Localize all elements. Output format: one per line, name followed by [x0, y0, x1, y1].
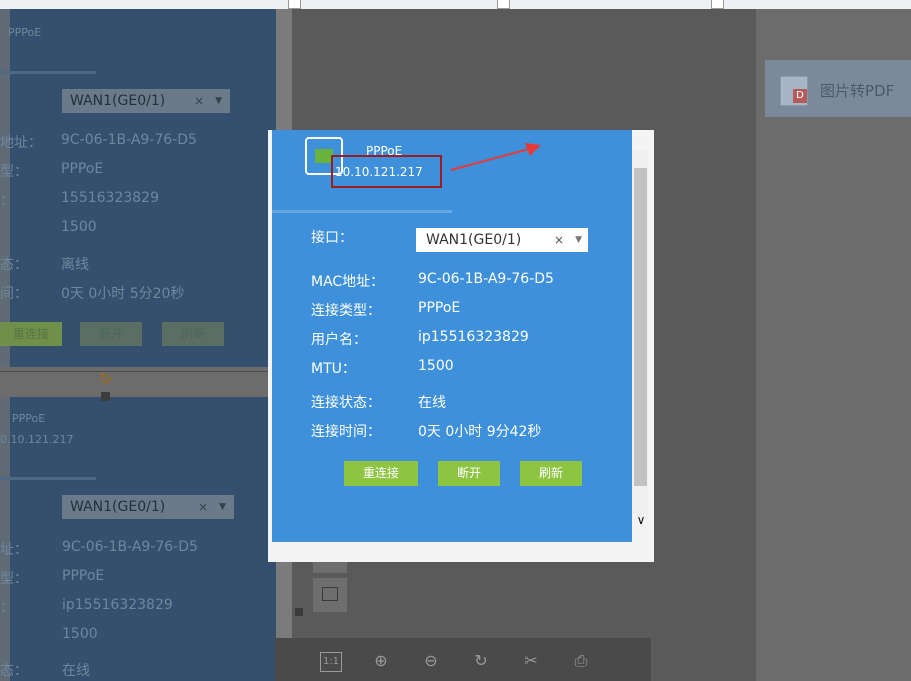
reconnect-button[interactable]: 重连接 [0, 322, 62, 346]
chevron-down-icon[interactable]: ▼ [575, 228, 582, 252]
save-icon[interactable]: ⎙ [570, 650, 592, 672]
connection-line [0, 371, 276, 372]
reconnect-button[interactable]: 重连接 [344, 461, 418, 486]
mtu-value: 1500 [61, 219, 97, 235]
type-label: 型： [0, 571, 28, 587]
connector-node [101, 392, 110, 401]
time-value: 0天 0小时 5分20秒 [61, 286, 185, 302]
type-value: PPPoE [62, 568, 105, 584]
pdf-badge-icon: D [793, 89, 807, 103]
status-label: 态： [0, 663, 28, 679]
interface-value: WAN1(GE0/1) [70, 93, 166, 109]
checkbox[interactable] [497, 0, 510, 9]
pppoe-label: PPPoE [8, 26, 42, 39]
checkbox[interactable] [288, 0, 301, 9]
screenshot-tool[interactable] [313, 578, 347, 612]
refresh-button[interactable]: 刷新 [520, 461, 582, 486]
chevron-down-icon[interactable]: ∨ [633, 512, 649, 528]
highlight-box [331, 155, 442, 188]
resize-handle[interactable] [295, 608, 303, 616]
chevron-down-icon[interactable]: ▼ [219, 495, 226, 519]
connection-type-label: 连接类型： [311, 303, 381, 319]
image-to-pdf-label: 图片转PDF [820, 82, 895, 100]
rotate-icon[interactable]: ↻ [470, 650, 492, 672]
refresh-button[interactable]: 刷新 [162, 322, 224, 346]
divider [0, 71, 96, 74]
screen-icon [322, 587, 338, 601]
mac-value: 9C-06-1B-A9-76-D5 [62, 539, 198, 555]
interface-select[interactable]: WAN1(GE0/1) × ▼ [62, 495, 234, 519]
annotation-arrow [450, 143, 541, 171]
interface-value: WAN1(GE0/1) [426, 232, 522, 248]
time-label: 间： [0, 286, 28, 302]
mac-label: 址： [0, 542, 28, 558]
type-label: 型： [0, 164, 28, 180]
crop-icon[interactable]: ✂ [520, 650, 542, 672]
mtu-value: 1500 [418, 358, 454, 374]
user-label: ： [0, 193, 14, 209]
status-value: 在线 [418, 395, 446, 411]
interface-select[interactable]: WAN1(GE0/1) × ▼ [416, 228, 588, 252]
interface-label: 接口： [311, 230, 353, 246]
type-value: PPPoE [61, 161, 104, 177]
status-label: 态： [0, 257, 28, 273]
disconnect-button[interactable]: 断开 [80, 322, 142, 346]
mac-label: 地址： [0, 135, 42, 151]
status-value: 离线 [61, 257, 89, 273]
zoom-in-icon[interactable]: ⊕ [370, 650, 392, 672]
checkbox[interactable] [711, 0, 724, 9]
user-value: ip15516323829 [62, 597, 173, 613]
clear-icon[interactable]: × [554, 228, 564, 252]
connection-time-label: 连接时间： [311, 424, 381, 440]
divider [0, 477, 96, 480]
clear-icon[interactable]: × [194, 89, 204, 113]
user-value: 15516323829 [61, 190, 159, 206]
zoom-out-icon[interactable]: ⊖ [420, 650, 442, 672]
username-label: 用户名： [311, 332, 367, 348]
pppoe-label: PPPoE [12, 412, 46, 425]
status-value: 在线 [62, 663, 90, 679]
user-label: ： [0, 600, 14, 616]
mac-label: MAC地址： [311, 274, 385, 290]
divider [272, 210, 452, 213]
actual-size-icon[interactable]: 1:1 [320, 652, 342, 672]
mtu-value: 1500 [62, 626, 98, 642]
interface-value: WAN1(GE0/1) [70, 499, 166, 515]
connection-type-value: PPPoE [418, 300, 461, 316]
scrollbar-thumb[interactable] [634, 168, 647, 486]
refresh-icon[interactable]: ↻ [96, 369, 116, 389]
mac-value: 9C-06-1B-A9-76-D5 [418, 271, 554, 287]
ip-label: 0.10.121.217 [0, 433, 74, 446]
clear-icon[interactable]: × [198, 495, 208, 519]
chevron-down-icon[interactable]: ▼ [215, 89, 222, 113]
mac-value: 9C-06-1B-A9-76-D5 [61, 132, 197, 148]
disconnect-button[interactable]: 断开 [438, 461, 500, 486]
mtu-label: MTU： [311, 361, 356, 377]
connection-time-value: 0天 0小时 9分42秒 [418, 424, 542, 440]
interface-select[interactable]: WAN1(GE0/1) × ▼ [62, 89, 230, 113]
status-label: 连接状态： [311, 395, 381, 411]
top-strip [0, 0, 911, 9]
username-value: ip15516323829 [418, 329, 529, 345]
